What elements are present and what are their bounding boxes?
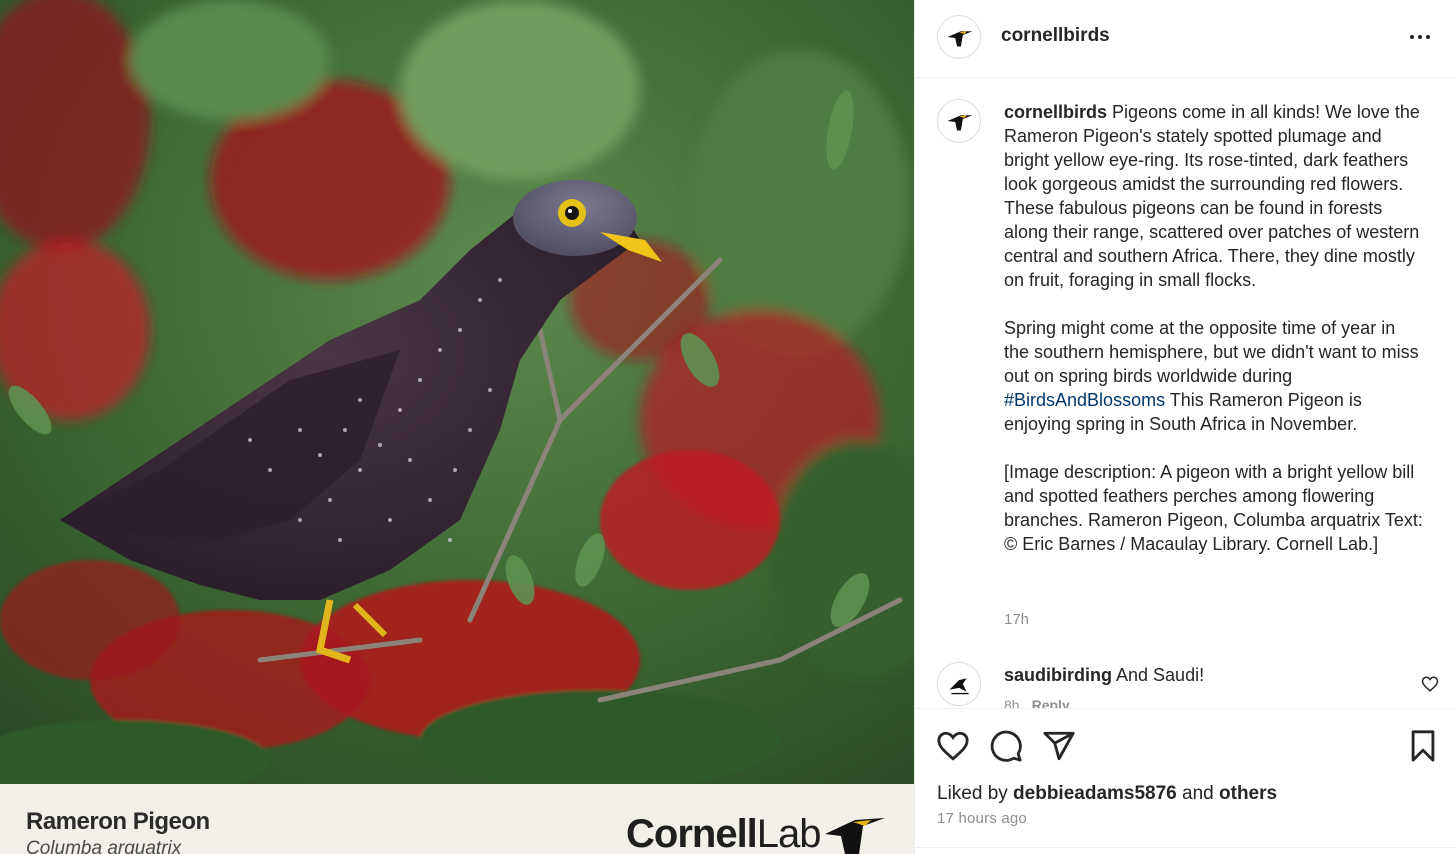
saudibirding-avatar-icon bbox=[949, 678, 969, 695]
woodpecker-logo-icon bbox=[824, 818, 885, 854]
post-timestamp[interactable]: 17 hours ago bbox=[937, 810, 1027, 827]
comments-area[interactable]: cornellbirds Pigeons come in all kinds! … bbox=[915, 78, 1456, 708]
reply-link[interactable]: Reply bbox=[1032, 697, 1070, 708]
caption-paragraph: Spring might come at the opposite time o… bbox=[1004, 316, 1424, 436]
comment-username[interactable]: saudibirding bbox=[1004, 665, 1112, 685]
caption-text: [Image description: A pigeon with a brig… bbox=[1004, 462, 1423, 554]
heart-icon[interactable] bbox=[936, 729, 970, 763]
comment: saudibirding And Saudi! bbox=[1004, 663, 1204, 687]
hashtag-link[interactable]: #BirdsAndBlossoms bbox=[1004, 390, 1165, 410]
more-options-button[interactable] bbox=[1403, 22, 1437, 52]
caption-timestamp[interactable]: 17h bbox=[1004, 611, 1029, 628]
caption-paragraph: [Image description: A pigeon with a brig… bbox=[1004, 460, 1424, 556]
caption-username[interactable]: cornellbirds bbox=[1004, 102, 1107, 122]
heart-icon[interactable] bbox=[1421, 675, 1439, 693]
brand-wordmark: CornellLab bbox=[626, 812, 822, 854]
species-scientific-name: Columba arquatrix bbox=[26, 838, 182, 854]
divider bbox=[915, 847, 1456, 848]
dot bbox=[1426, 35, 1430, 39]
pigeon-photo bbox=[0, 0, 914, 784]
caption-text: Spring might come at the opposite time o… bbox=[1004, 318, 1419, 386]
post-image[interactable]: Rameron Pigeon Columba arquatrix Cornell… bbox=[0, 0, 914, 854]
liked-by-others[interactable]: others bbox=[1219, 783, 1277, 804]
bookmark-icon[interactable] bbox=[1406, 729, 1440, 763]
liked-by-prefix: Liked by bbox=[937, 783, 1014, 804]
comment-timestamp[interactable]: 8h bbox=[1004, 697, 1020, 708]
cornell-lab-logo: CornellLab bbox=[626, 814, 895, 854]
post-caption: cornellbirds Pigeons come in all kinds! … bbox=[1004, 100, 1424, 556]
dot bbox=[1418, 35, 1422, 39]
comment-text: And Saudi! bbox=[1116, 665, 1205, 685]
cornell-bird-avatar-icon bbox=[947, 31, 973, 47]
avatar[interactable] bbox=[937, 99, 981, 143]
liked-by-middle: and bbox=[1176, 783, 1220, 804]
avatar[interactable] bbox=[937, 662, 981, 706]
cornell-bird-avatar-icon bbox=[947, 115, 973, 131]
caption-paragraph: cornellbirds Pigeons come in all kinds! … bbox=[1004, 100, 1424, 292]
comment-meta: 8h Reply bbox=[1004, 697, 1070, 708]
comment-bubble-icon[interactable] bbox=[989, 729, 1023, 763]
liked-by-summary: Liked by debbieadams5876 and others bbox=[937, 783, 1277, 805]
post-header: cornellbirds bbox=[915, 0, 1456, 78]
avatar[interactable] bbox=[937, 15, 981, 59]
more-horizontal-icon bbox=[1410, 35, 1414, 39]
post-panel: cornellbirds cornellbirds Pigeons come i… bbox=[914, 0, 1456, 854]
caption-text: Pigeons come in all kinds! We love the R… bbox=[1004, 102, 1420, 290]
paper-plane-icon[interactable] bbox=[1042, 729, 1076, 763]
photo-caption-bar: Rameron Pigeon Columba arquatrix Cornell… bbox=[0, 784, 914, 854]
post-action-bar: Liked by debbieadams5876 and others 17 h… bbox=[915, 708, 1456, 854]
species-name: Rameron Pigeon bbox=[26, 808, 210, 835]
post-author-username[interactable]: cornellbirds bbox=[1001, 25, 1110, 47]
liked-by-user[interactable]: debbieadams5876 bbox=[1013, 783, 1177, 804]
